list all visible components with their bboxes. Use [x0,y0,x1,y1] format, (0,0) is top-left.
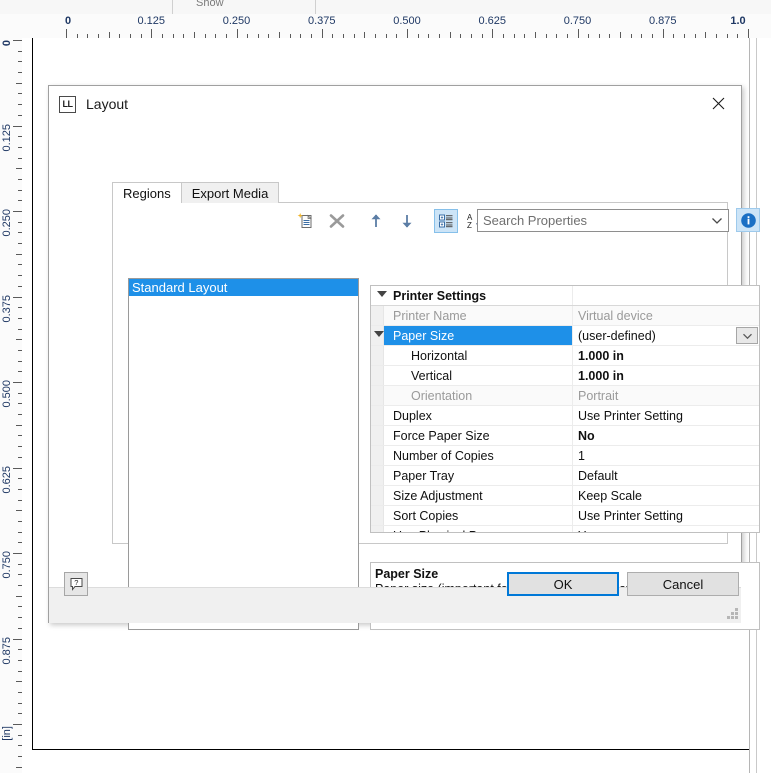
dialog-footer: ? OK Cancel [49,572,741,623]
property-value [573,286,759,305]
regions-toolbar: A Z [+] [113,203,760,239]
ruler-label-v: 0.750 [1,551,13,579]
application-window: Show 0 0.125 0.250 0.375 0.500 0.625 0.750 0.87… [0,0,771,773]
help-button[interactable]: ? [64,572,88,596]
property-name: Horizontal [371,346,573,365]
property-value[interactable]: 1.000 in [573,366,759,385]
info-icon[interactable] [736,208,760,232]
property-value[interactable]: Use Printer Setting [573,406,759,425]
property-name: Orientation [371,386,573,405]
table-row: Printer Name Virtual device [371,306,759,326]
svg-text:?: ? [74,578,78,587]
property-name: Paper Tray [371,466,573,485]
property-name: Paper Size [371,326,573,345]
property-value[interactable]: Keep Scale [573,486,759,505]
table-row[interactable]: Horizontal 1.000 in [371,346,759,366]
property-value[interactable]: Yes [573,526,759,533]
show-label: Show [196,0,224,9]
tabstrip: Regions Export Media [112,181,280,203]
dialog-title: Layout [86,96,129,112]
table-row[interactable]: Duplex Use Printer Setting [371,406,759,426]
ruler-label-v: 0.625 [1,465,13,494]
chevron-down-icon[interactable] [736,327,758,344]
property-value[interactable]: 1 [573,446,759,465]
table-row[interactable]: Force Paper Size No [371,426,759,446]
table-row[interactable]: Vertical 1.000 in [371,366,759,386]
delete-x-icon[interactable] [325,209,349,233]
arrow-down-icon[interactable] [395,209,419,233]
close-icon[interactable] [696,86,741,120]
search-properties-field[interactable] [477,209,729,232]
ruler-label-v: 0.375 [1,294,13,323]
app-icon: LL [59,95,76,113]
property-name: Vertical [371,366,573,385]
table-row[interactable]: Printer Settings [371,286,759,306]
ruler-label-h: 0.875 [648,15,677,27]
new-document-icon[interactable] [294,209,318,233]
property-name: Printer Name [371,306,573,325]
tab-export-media[interactable]: Export Media [180,182,280,203]
resize-grip[interactable] [727,608,738,619]
table-row: Orientation Portrait [371,386,759,406]
ruler-label-h: 0.625 [478,15,507,27]
property-name: Sort Copies [371,506,573,525]
ruler-label-h: 1.0 [730,15,746,27]
chevron-down-icon[interactable] [706,210,728,231]
horizontal-ruler: 0 0.125 0.250 0.375 0.500 0.625 0.750 0.875 1.0 [0,14,771,39]
property-value[interactable]: Default [573,466,759,485]
table-row[interactable]: Number of Copies 1 [371,446,759,466]
property-name: Duplex [371,406,573,425]
list-item[interactable]: Standard Layout [129,279,358,296]
table-row[interactable]: Size Adjustment Keep Scale [371,486,759,506]
property-value[interactable]: 1.000 in [573,346,759,365]
ruler-label-h: 0.750 [563,15,592,27]
property-value: Virtual device [573,306,759,325]
collapse-triangle-icon[interactable] [374,331,384,337]
property-name: Force Paper Size [371,426,573,445]
layout-dialog: LL Layout Regions Export Media A Z Searc… [48,85,760,630]
property-value[interactable]: Use Printer Setting [573,506,759,525]
search-input[interactable] [478,210,706,231]
arrow-up-icon[interactable] [364,209,388,233]
property-name: Printer Settings [371,286,573,305]
ruler-label-v: 0.875 [1,636,13,665]
ok-button[interactable]: OK [507,572,619,596]
table-row[interactable]: Sort Copies Use Printer Setting [371,506,759,526]
ruler-unit-label: [in] [1,726,13,741]
property-name: Number of Copies [371,446,573,465]
ruler-label-v: 0.500 [1,380,13,408]
ruler-label-h: 0.375 [307,15,336,27]
property-grid[interactable]: Printer Settings Printer Name Virtual de… [370,285,760,533]
collapse-triangle-icon[interactable] [377,291,387,297]
table-row[interactable]: Paper Size (user-defined) [371,326,759,346]
table-row[interactable]: Use Physical Page Yes [371,526,759,533]
table-row[interactable]: Paper Tray Default [371,466,759,486]
ruler-label-h: 0 [64,15,72,27]
cancel-button[interactable]: Cancel [627,572,739,596]
ruler-label-h: 0.125 [137,15,166,27]
background-toolbar-strip: Show [0,0,771,15]
tab-regions[interactable]: Regions [112,182,182,203]
region-list[interactable]: Standard Layout [128,278,359,630]
ruler-label-h: 0.250 [222,15,251,27]
ruler-label-v: 0 [1,40,13,47]
property-name: Size Adjustment [371,486,573,505]
property-value[interactable]: (user-defined) [573,326,759,345]
categorized-view-icon[interactable] [434,209,458,233]
property-name: Use Physical Page [371,526,573,532]
vertical-ruler: 0 0.125 0.250 0.375 0.500 0.625 0.750 0.875 [in] [0,38,23,773]
dialog-titlebar[interactable]: LL Layout [49,86,741,122]
ruler-label-h: 0.500 [393,15,421,27]
property-value: Portrait [573,386,759,405]
ruler-label-v: 0.125 [1,123,13,152]
ruler-label-v: 0.250 [1,209,13,237]
property-value[interactable]: No [573,426,759,445]
svg-text:Z: Z [467,221,472,230]
